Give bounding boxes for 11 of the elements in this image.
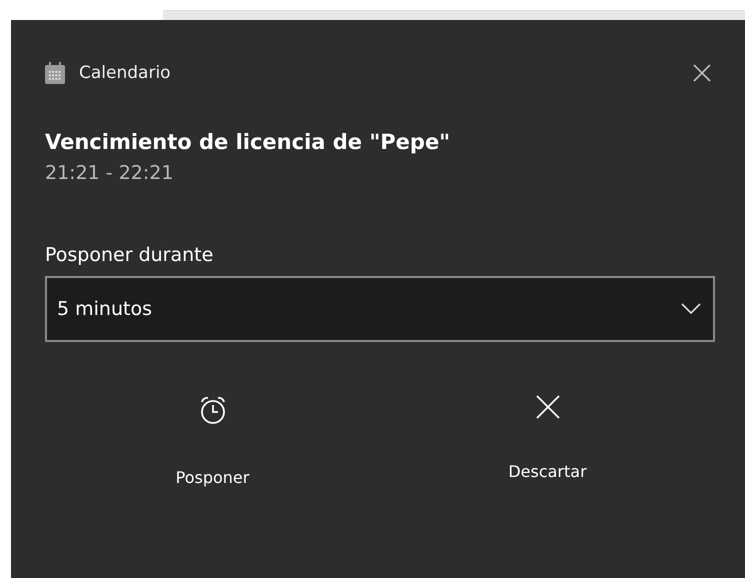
calendar-icon (45, 62, 65, 84)
event-time: 21:21 - 22:21 (45, 162, 174, 184)
chevron-down-icon (681, 303, 701, 315)
dismiss-button[interactable]: Descartar (380, 394, 715, 487)
snooze-label: Posponer durante (45, 244, 214, 266)
snooze-dropdown[interactable]: 5 minutos (45, 276, 715, 342)
close-icon (693, 64, 711, 82)
close-icon (534, 394, 560, 420)
snooze-button[interactable]: Posponer (45, 394, 380, 487)
app-name: Calendario (79, 63, 172, 83)
notification-title: Vencimiento de licencia de "Pepe" (45, 130, 452, 154)
